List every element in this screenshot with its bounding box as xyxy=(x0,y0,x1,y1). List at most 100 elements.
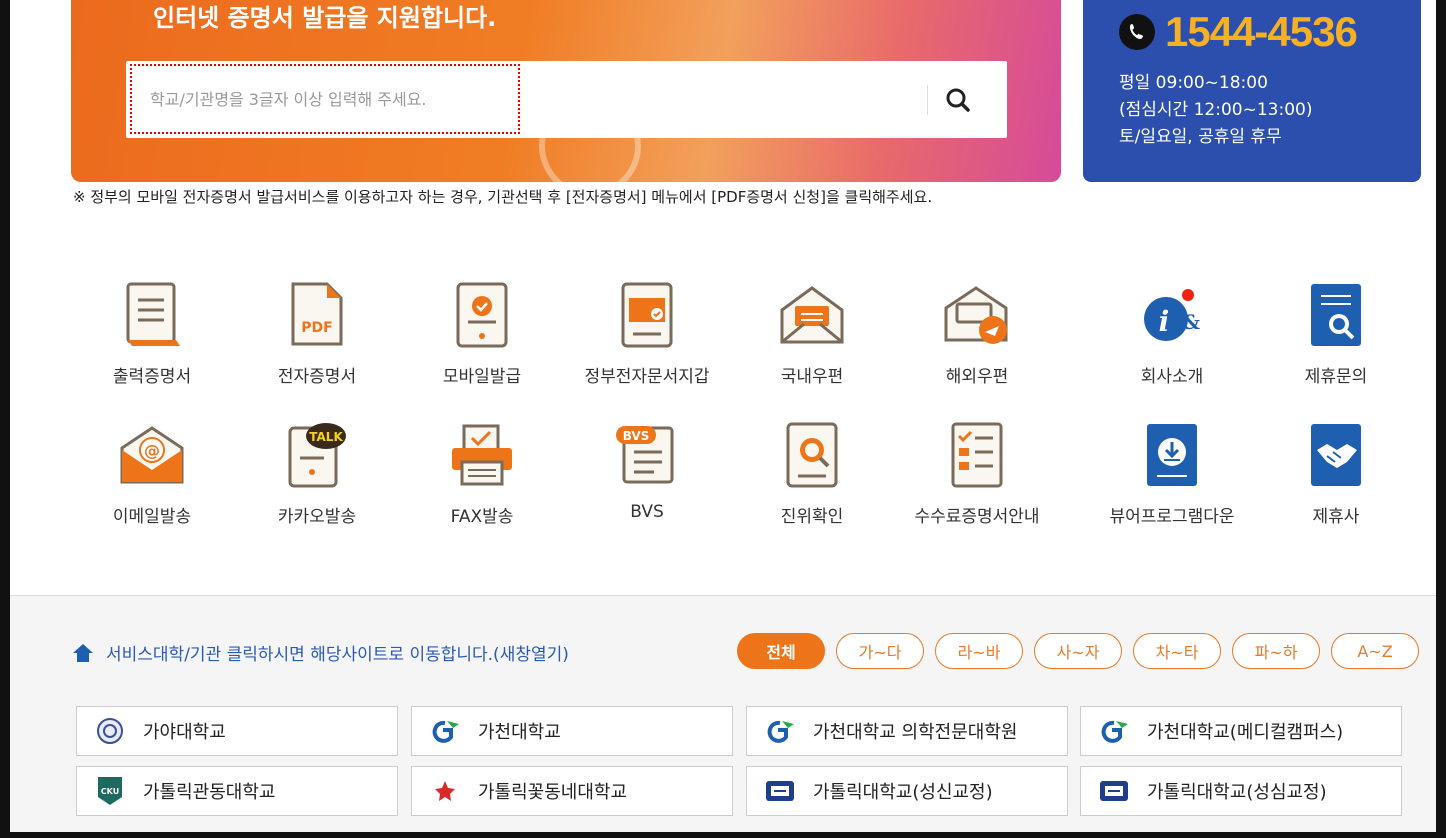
school-item[interactable]: CKU 가톨릭관동대학교 xyxy=(76,766,398,816)
svg-text:@: @ xyxy=(144,441,160,460)
school-item[interactable]: 가천대학교(메디컬캠퍼스) xyxy=(1080,706,1402,756)
filter-ga-da[interactable]: 가~다 xyxy=(836,633,924,669)
info-text: 서비스대학/기관 클릭하시면 해당사이트로 이동합니다.(새창열기) xyxy=(106,645,569,665)
kakao-talk-icon: TALK xyxy=(288,423,346,488)
school-name: 가톨릭관동대학교 xyxy=(143,782,276,803)
service-label: 회사소개 xyxy=(1140,367,1204,387)
service-partners[interactable]: 제휴사 xyxy=(1256,420,1416,527)
mobile-issue-icon xyxy=(456,282,508,348)
school-item[interactable]: 가톨릭대학교(성심교정) xyxy=(1080,766,1402,816)
home-icon xyxy=(73,643,93,662)
svg-text:TALK: TALK xyxy=(309,430,343,444)
filter-sa-ja[interactable]: 사~자 xyxy=(1034,633,1122,669)
wallet-icon xyxy=(621,282,673,348)
school-item[interactable]: 가톨릭대학교(성신교정) xyxy=(746,766,1068,816)
filter-a-z[interactable]: A~Z xyxy=(1331,633,1419,669)
service-label: 제휴사 xyxy=(1312,507,1360,527)
service-print-certificate[interactable]: 출력증명서 xyxy=(72,280,232,387)
service-kakao[interactable]: TALK 카카오발송 xyxy=(237,420,397,527)
service-institutions-section: 서비스대학/기관 클릭하시면 해당사이트로 이동합니다.(새창열기) 전체 가~… xyxy=(10,595,1436,832)
service-label: BVS xyxy=(630,502,664,522)
notice-text: ※ 정부의 모바일 전자증명서 발급서비스를 이용하고자 하는 경우, 기관선택… xyxy=(73,188,933,206)
svg-text:BVS: BVS xyxy=(623,429,650,443)
svg-text:PDF: PDF xyxy=(301,320,332,336)
viewer-download-icon xyxy=(1147,424,1197,486)
service-label: 이메일발송 xyxy=(112,507,192,527)
fee-checklist-icon xyxy=(951,422,1003,488)
service-label: 제휴문의 xyxy=(1304,367,1368,387)
gachon-logo xyxy=(1101,720,1128,743)
service-government-wallet[interactable]: 정부전자문서지갑 xyxy=(567,280,727,387)
school-item[interactable]: 가천대학교 xyxy=(411,706,733,756)
service-email[interactable]: @ 이메일발송 xyxy=(72,420,232,527)
search-button[interactable] xyxy=(941,83,975,117)
hours-lunch: (점심시간 12:00~13:00) xyxy=(1119,100,1313,120)
filter-ra-ba[interactable]: 라~바 xyxy=(935,633,1023,669)
school-name: 가톨릭대학교(성심교정) xyxy=(1147,782,1327,803)
school-name: 가천대학교 의학전문대학원 xyxy=(813,722,1018,743)
filter-tabs: 전체 가~다 라~바 사~자 차~타 파~하 A~Z xyxy=(737,633,1419,669)
search-input[interactable] xyxy=(130,64,520,134)
gaya-logo xyxy=(97,718,123,744)
service-label: FAX발송 xyxy=(450,507,514,527)
company-info-icon: i & xyxy=(1144,289,1200,341)
phone-number: 1544-4536 xyxy=(1165,8,1358,55)
catholic-logo xyxy=(1100,781,1128,801)
hero-banner: 인터넷 증명서 발급을 지원합니다. xyxy=(71,0,1061,182)
overseas-mail-icon xyxy=(944,286,1008,344)
service-label: 전자증명서 xyxy=(277,367,357,387)
service-viewer-download[interactable]: 뷰어프로그램다운 xyxy=(1092,420,1252,527)
email-icon: @ xyxy=(120,426,184,484)
kkottongnae-logo xyxy=(435,781,455,801)
filter-pa-ha[interactable]: 파~하 xyxy=(1232,633,1320,669)
service-label: 모바일발급 xyxy=(442,367,522,387)
handshake-icon xyxy=(1311,424,1361,486)
service-company-info[interactable]: i & 회사소개 xyxy=(1092,280,1252,387)
school-item[interactable]: 가야대학교 xyxy=(76,706,398,756)
service-label: 카카오발송 xyxy=(277,507,357,527)
service-fax[interactable]: FAX발송 xyxy=(402,420,562,527)
catholic-logo xyxy=(766,781,794,801)
hero-title: 인터넷 증명서 발급을 지원합니다. xyxy=(153,4,497,32)
school-name: 가톨릭꽃동네대학교 xyxy=(478,782,628,803)
svg-text:CKU: CKU xyxy=(101,787,119,796)
service-label: 해외우편 xyxy=(945,367,1009,387)
call-center-box: 1544-4536 평일 09:00~18:00 (점심시간 12:00~13:… xyxy=(1083,0,1421,182)
pdf-document-icon: PDF xyxy=(291,282,343,346)
info-line: 서비스대학/기관 클릭하시면 해당사이트로 이동합니다.(새창열기) xyxy=(72,640,569,665)
school-item[interactable]: 가톨릭꽃동네대학교 xyxy=(411,766,733,816)
verify-icon xyxy=(786,422,838,488)
svg-text:i: i xyxy=(1159,305,1170,338)
service-domestic-mail[interactable]: 국내우편 xyxy=(732,280,892,387)
filter-all[interactable]: 전체 xyxy=(737,633,825,669)
service-label: 출력증명서 xyxy=(112,367,192,387)
school-item[interactable]: 가천대학교 의학전문대학원 xyxy=(746,706,1068,756)
school-name: 가야대학교 xyxy=(143,722,226,743)
search-bar xyxy=(126,61,1007,138)
hours-closed: 토/일요일, 공휴일 휴무 xyxy=(1119,127,1282,147)
service-overseas-mail[interactable]: 해외우편 xyxy=(897,280,1057,387)
fax-icon xyxy=(452,424,512,486)
service-partnership-inquiry[interactable]: 제휴문의 xyxy=(1256,280,1416,387)
filter-cha-ta[interactable]: 차~타 xyxy=(1133,633,1221,669)
bvs-icon: BVS xyxy=(616,426,674,484)
search-icon xyxy=(946,88,970,112)
service-mobile-issue[interactable]: 모바일발급 xyxy=(402,280,562,387)
school-name: 가천대학교(메디컬캠퍼스) xyxy=(1147,722,1344,743)
phone-icon xyxy=(1119,14,1155,50)
service-pdf-certificate[interactable]: PDF 전자증명서 xyxy=(237,280,397,387)
service-bvs[interactable]: BVS BVS xyxy=(567,420,727,522)
service-fee-guide[interactable]: 수수료증명서안내 xyxy=(897,420,1057,527)
search-divider xyxy=(927,85,928,115)
service-label: 정부전자문서지갑 xyxy=(584,367,710,387)
hours-weekday: 평일 09:00~18:00 xyxy=(1119,73,1268,93)
gachon-logo xyxy=(767,720,794,743)
service-verify[interactable]: 진위확인 xyxy=(732,420,892,527)
service-label: 진위확인 xyxy=(780,507,844,527)
service-label: 뷰어프로그램다운 xyxy=(1109,507,1235,527)
page: 인터넷 증명서 발급을 지원합니다. 1544-4536 평일 09:00~18… xyxy=(10,0,1436,832)
school-name: 가톨릭대학교(성신교정) xyxy=(813,782,993,803)
school-name: 가천대학교 xyxy=(478,722,561,743)
partnership-inquiry-icon xyxy=(1311,284,1361,346)
service-label: 국내우편 xyxy=(780,367,844,387)
